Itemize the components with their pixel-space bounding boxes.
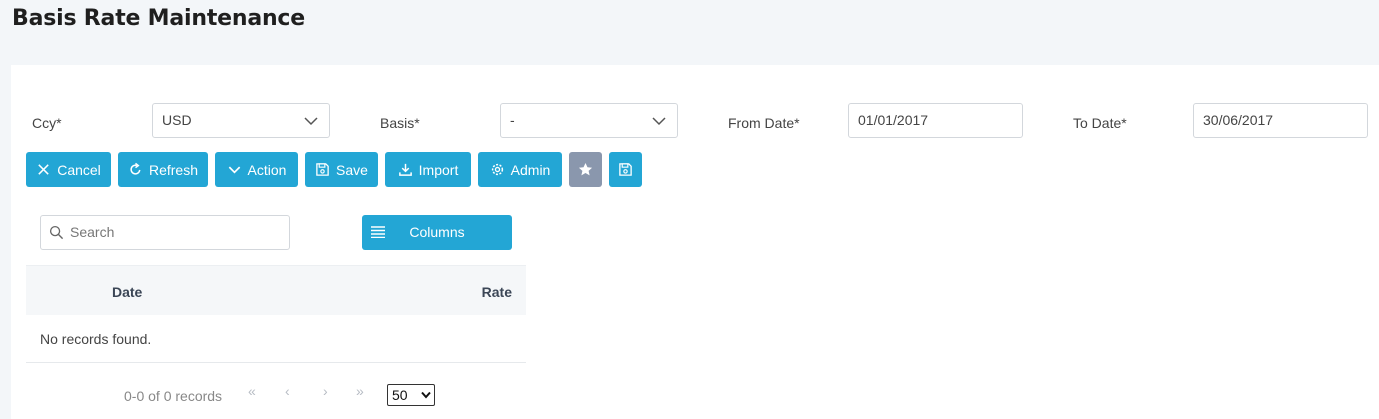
- favorite-button[interactable]: [569, 152, 602, 187]
- to-date-input[interactable]: 30/06/2017: [1193, 103, 1368, 138]
- close-icon: [38, 164, 49, 175]
- prev-page-button[interactable]: ‹: [285, 383, 290, 399]
- cancel-button[interactable]: Cancel: [26, 152, 111, 187]
- refresh-button[interactable]: Refresh: [118, 152, 208, 187]
- pager-info: 0-0 of 0 records: [124, 388, 223, 404]
- chevron-down-icon: [652, 117, 666, 126]
- action-button[interactable]: Action: [215, 152, 298, 187]
- gear-icon: [491, 163, 503, 176]
- columns-button[interactable]: Columns: [362, 215, 512, 250]
- column-header-rate[interactable]: Rate: [482, 284, 512, 300]
- chevron-down-icon: [228, 166, 240, 174]
- search-icon: [49, 225, 64, 240]
- main-card: Ccy* USD Basis* - From Date* 01/01/2017 …: [11, 65, 1379, 419]
- chevron-down-icon: [421, 391, 431, 399]
- import-button[interactable]: Import: [385, 152, 471, 187]
- ccy-value: USD: [162, 112, 192, 128]
- first-page-button[interactable]: «: [248, 383, 256, 399]
- star-icon: [578, 162, 593, 176]
- ccy-select[interactable]: USD: [152, 103, 330, 138]
- from-date-input[interactable]: 01/01/2017: [848, 103, 1023, 138]
- empty-message: No records found.: [40, 331, 152, 347]
- page-size-select[interactable]: 50: [387, 384, 435, 406]
- list-icon: [371, 226, 385, 238]
- admin-button[interactable]: Admin: [478, 152, 562, 187]
- page-title: Basis Rate Maintenance: [12, 6, 305, 31]
- save-button[interactable]: Save: [305, 152, 378, 187]
- ccy-label: Ccy*: [32, 115, 62, 131]
- from-date-label: From Date*: [728, 115, 800, 131]
- search-input[interactable]: Search: [40, 215, 290, 250]
- paginator: 0-0 of 0 records « ‹ › » 50: [26, 382, 526, 406]
- save-icon: [619, 163, 632, 176]
- refresh-icon: [130, 162, 141, 175]
- basis-select[interactable]: -: [500, 103, 678, 138]
- chevron-down-icon: [304, 117, 318, 126]
- to-date-label: To Date*: [1073, 115, 1127, 131]
- column-header-date[interactable]: Date: [112, 284, 142, 300]
- data-grid: Search Columns Date Rate No records foun…: [26, 201, 526, 419]
- from-date-value: 01/01/2017: [858, 112, 929, 128]
- last-page-button[interactable]: »: [356, 383, 364, 399]
- save-layout-button[interactable]: [609, 152, 642, 187]
- to-date-value: 30/06/2017: [1203, 112, 1274, 128]
- divider: [26, 362, 526, 363]
- page-size-value: 50: [392, 387, 408, 403]
- save-icon: [316, 163, 329, 176]
- table-header: Date Rate: [26, 265, 526, 315]
- basis-value: -: [510, 112, 515, 128]
- next-page-button[interactable]: ›: [323, 383, 328, 399]
- search-placeholder: Search: [70, 224, 115, 240]
- basis-label: Basis*: [380, 115, 420, 131]
- download-icon: [398, 163, 412, 176]
